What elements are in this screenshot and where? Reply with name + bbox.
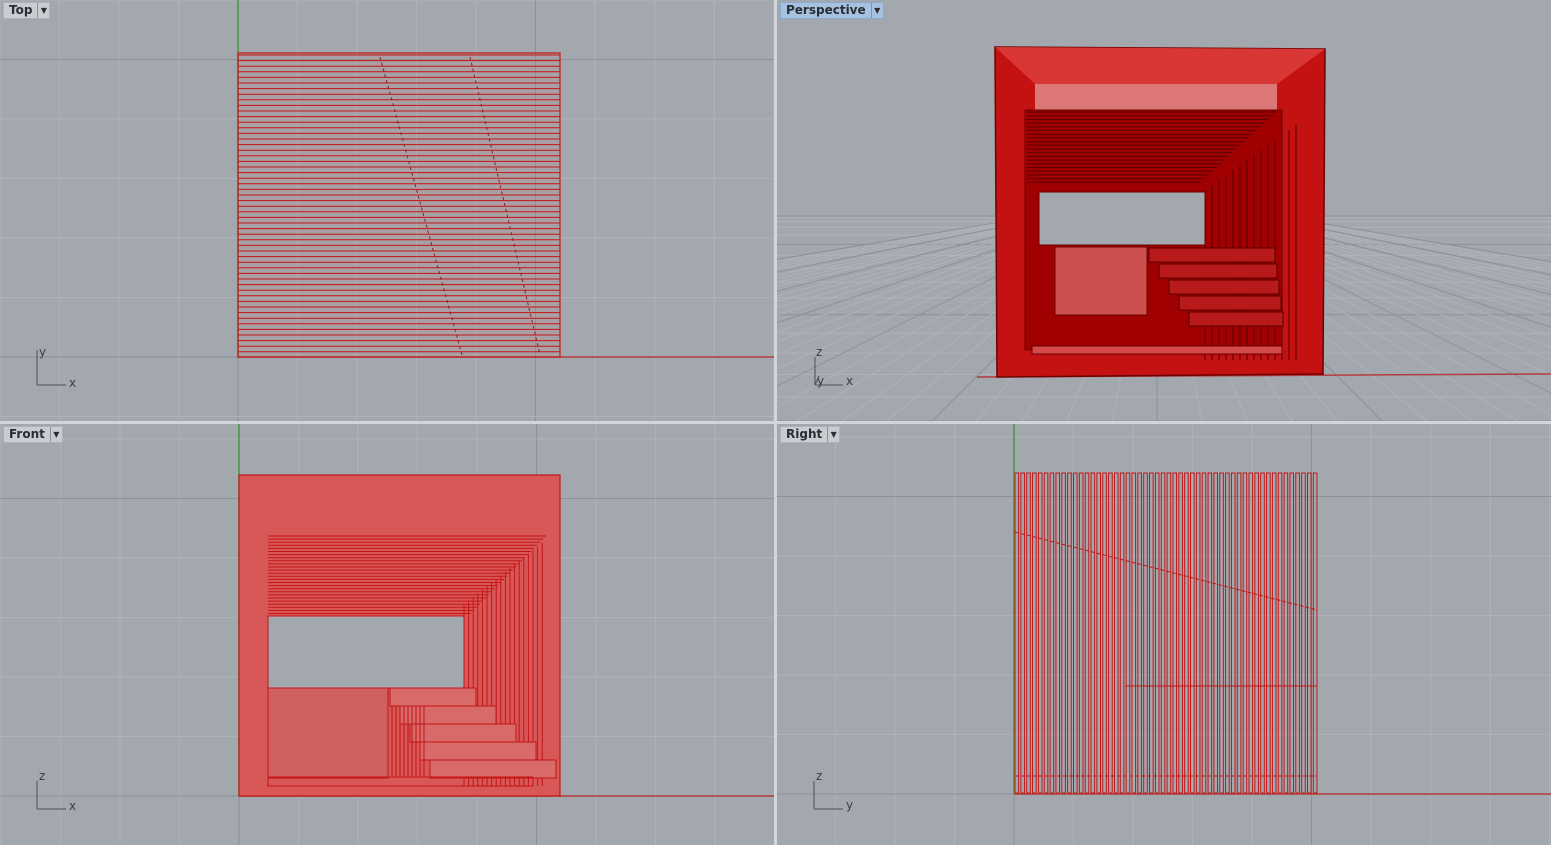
viewport-tab-right[interactable]: Right ▼ (780, 426, 841, 443)
viewport-tab-perspective[interactable]: Perspective ▼ (780, 2, 884, 19)
viewport-top[interactable]: y x Top ▼ (0, 0, 774, 421)
viewport-title: Perspective (786, 3, 866, 17)
axis-label-h: x (69, 799, 76, 813)
viewport-menu-button[interactable]: ▼ (827, 427, 839, 442)
axis-label-v: z (39, 769, 45, 783)
axis-label-h: x (69, 376, 76, 390)
viewport-right[interactable]: z y Right ▼ (777, 424, 1551, 845)
axis-label-v: y (39, 345, 46, 359)
axis-label-d: y (817, 374, 824, 388)
chevron-down-icon: ▼ (40, 5, 48, 15)
chevron-down-icon: ▼ (874, 5, 881, 15)
viewport-menu-button[interactable]: ▼ (49, 427, 62, 442)
front-axis-widget: z x (36, 769, 76, 813)
viewport-front[interactable]: z x Front ▼ (0, 424, 774, 845)
chevron-down-icon: ▼ (53, 429, 60, 439)
viewport-perspective[interactable]: z y x Perspective ▼ (777, 0, 1551, 421)
axis-label-v: z (816, 345, 822, 359)
viewport-title: Front (9, 427, 45, 441)
viewport-title: Top (9, 3, 33, 17)
chevron-down-icon: ▼ (830, 429, 837, 439)
axis-label-h: y (846, 798, 853, 812)
viewport-menu-button[interactable]: ▼ (870, 3, 883, 18)
viewport-tab-front[interactable]: Front ▼ (3, 426, 63, 443)
viewport-menu-button[interactable]: ▼ (37, 3, 49, 18)
axis-label-v: z (816, 769, 822, 783)
viewport-title: Right (786, 427, 823, 441)
right-axis-widget: z y (813, 769, 853, 812)
top-axis-widget: y x (36, 345, 76, 390)
perspective-axis-widget: z y x (814, 345, 853, 388)
axis-label-h: x (846, 374, 853, 388)
viewport-tab-top[interactable]: Top ▼ (3, 2, 51, 19)
